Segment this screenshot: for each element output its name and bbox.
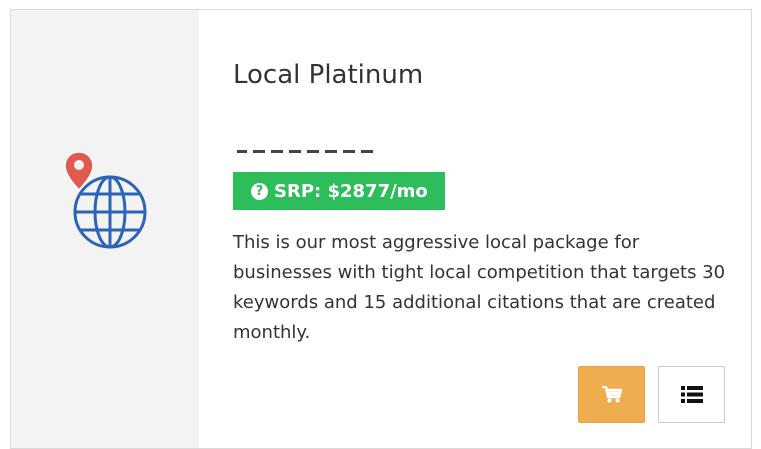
add-to-cart-button[interactable] — [578, 366, 645, 423]
product-description: This is our most aggressive local packag… — [233, 232, 726, 343]
list-icon — [680, 386, 703, 403]
icon-panel — [11, 10, 199, 448]
srp-price-label: SRP: $2877/mo — [274, 180, 428, 202]
cropped-rating-row — [237, 150, 373, 153]
card-content: Local Platinum ? SRP: $2877/mo This is o… — [233, 10, 733, 448]
product-title: Local Platinum — [233, 60, 424, 90]
globe-location-pin-icon — [64, 151, 147, 249]
view-details-button[interactable] — [658, 366, 725, 423]
shopping-cart-icon — [601, 386, 622, 403]
question-circle-icon[interactable]: ? — [251, 182, 268, 200]
srp-badge: ? SRP: $2877/mo — [233, 172, 445, 210]
product-card: Local Platinum ? SRP: $2877/mo This is o… — [10, 9, 752, 449]
